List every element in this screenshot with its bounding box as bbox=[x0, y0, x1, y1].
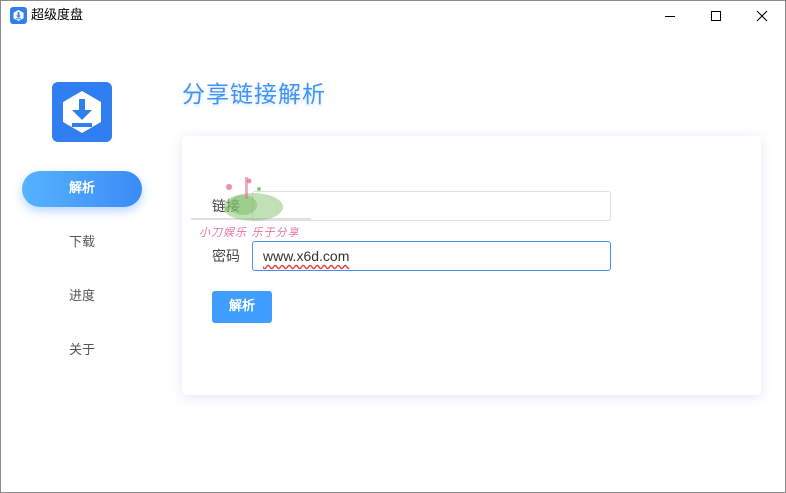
maximize-button[interactable] bbox=[693, 1, 739, 31]
sidebar-item-progress[interactable]: 进度 bbox=[22, 279, 142, 315]
close-button[interactable] bbox=[739, 1, 785, 31]
close-icon bbox=[756, 10, 768, 22]
minimize-button[interactable] bbox=[647, 1, 693, 31]
maximize-icon bbox=[711, 11, 721, 21]
window-title: 超级度盘 bbox=[31, 8, 84, 23]
page-title: 分享链接解析 bbox=[182, 82, 326, 108]
parse-button[interactable]: 解析 bbox=[212, 291, 272, 323]
sidebar-item-download[interactable]: 下载 bbox=[22, 225, 142, 261]
minimize-icon bbox=[665, 16, 675, 17]
password-input[interactable]: www.x6d.com bbox=[252, 241, 611, 271]
link-label: 链接 bbox=[212, 199, 240, 215]
password-label: 密码 bbox=[212, 249, 240, 265]
app-icon bbox=[10, 7, 27, 24]
sidebar-item-parse[interactable]: 解析 bbox=[22, 171, 142, 207]
watermark-text: 小刀娱乐 乐于分享 bbox=[199, 226, 300, 239]
title-bar[interactable]: 超级度盘 bbox=[1, 1, 785, 31]
sidebar-item-about[interactable]: 关于 bbox=[22, 333, 142, 369]
app-window: 超级度盘 解析 下载 进度 关于 分享链接解析 链接 密码 www.x6d.co… bbox=[0, 0, 786, 493]
link-input[interactable] bbox=[252, 191, 611, 221]
password-input-value: www.x6d.com bbox=[263, 248, 350, 264]
download-box-icon bbox=[63, 91, 101, 133]
app-logo bbox=[52, 82, 112, 142]
